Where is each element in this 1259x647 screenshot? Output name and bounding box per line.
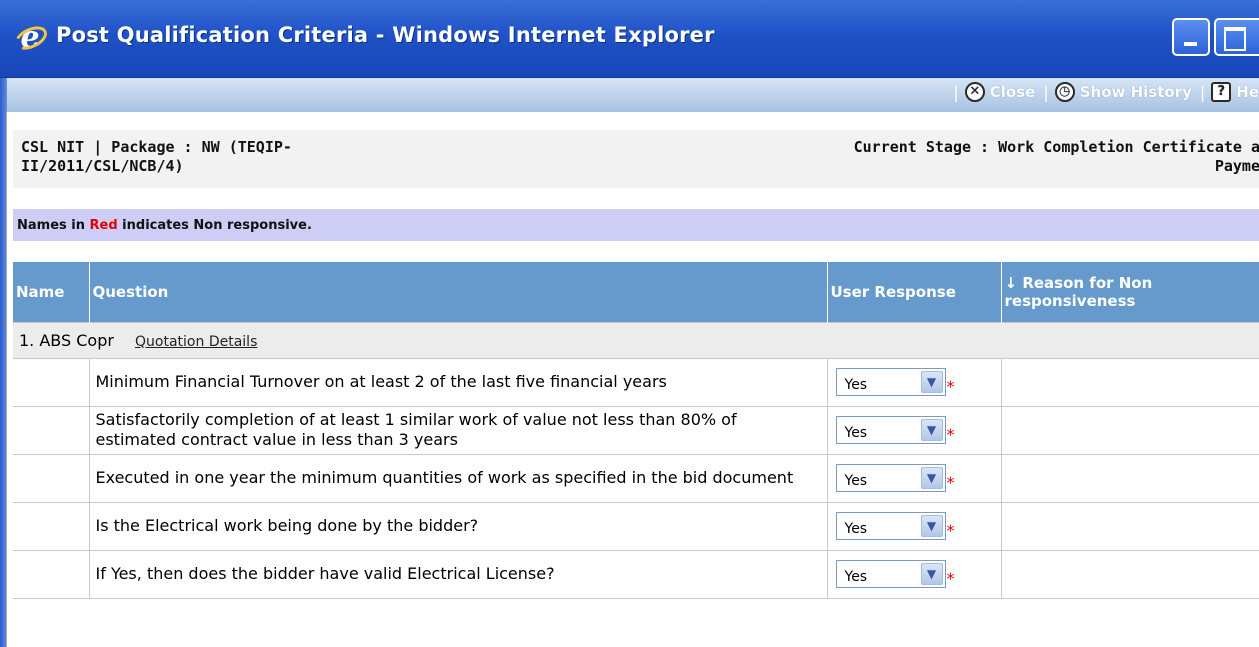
show-history-label: Show History xyxy=(1079,83,1192,101)
reason-cell xyxy=(1000,357,1259,407)
package-info: CSL NIT | Package : NW (TEQIP-II/2011/CS… xyxy=(21,138,292,175)
show-history-button[interactable]: ◷ Show History xyxy=(1054,82,1192,102)
reason-cell xyxy=(1000,501,1259,551)
table-row: Satisfactorily completion of at least 1 … xyxy=(13,405,1259,455)
toolbar: | ✕ Close | ◷ Show History | ? He xyxy=(6,78,1259,112)
response-select[interactable]: Yes ▼ xyxy=(835,464,946,492)
package-header: CSL NIT | Package : NW (TEQIP-II/2011/CS… xyxy=(13,130,1259,188)
quotation-details-link[interactable]: Quotation Details xyxy=(135,334,257,350)
chevron-down-icon[interactable]: ▼ xyxy=(920,467,943,489)
required-marker: * xyxy=(946,425,955,444)
response-select[interactable]: Yes ▼ xyxy=(835,560,946,588)
note-red-word: Red xyxy=(89,218,118,233)
clock-history-icon: ◷ xyxy=(1054,82,1075,102)
window-titlebar: e Post Qualification Criteria - Windows … xyxy=(0,0,1259,78)
required-marker: * xyxy=(946,473,955,492)
chevron-down-icon[interactable]: ▼ xyxy=(920,563,943,585)
help-button[interactable]: ? He xyxy=(1211,82,1259,102)
response-select[interactable]: Yes ▼ xyxy=(835,512,946,540)
page-content: CSL NIT | Package : NW (TEQIP-II/2011/CS… xyxy=(6,112,1259,647)
current-stage-line2: Payme xyxy=(1214,157,1259,175)
chevron-down-icon[interactable]: ▼ xyxy=(920,419,943,441)
window-title: Post Qualification Criteria - Windows In… xyxy=(56,23,715,47)
question-text: If Yes, then does the bidder have valid … xyxy=(88,549,828,599)
required-marker: * xyxy=(946,521,955,540)
col-question: Question xyxy=(89,262,828,322)
reason-cell xyxy=(1000,453,1259,503)
table-row: Is the Electrical work being done by the… xyxy=(13,501,1259,551)
question-text: Minimum Financial Turnover on at least 2… xyxy=(88,357,828,407)
required-marker: * xyxy=(946,569,955,588)
col-name: Name xyxy=(13,262,90,322)
help-label: He xyxy=(1236,83,1259,101)
current-stage-line1: Current Stage : Work Completion Certific… xyxy=(853,138,1259,156)
legend-note: Names in Red indicates Non responsive. xyxy=(13,209,1259,241)
col-reason-label: Reason for Non responsiveness xyxy=(1004,273,1153,310)
col-reason[interactable]: ↓ Reason for Non responsiveness xyxy=(1001,262,1259,322)
col-user-response: User Response xyxy=(827,262,1002,322)
sort-arrow-icon: ↓ xyxy=(1004,273,1018,292)
question-text: Satisfactorily completion of at least 1 … xyxy=(88,405,828,455)
reason-cell xyxy=(1000,405,1259,455)
required-marker: * xyxy=(946,377,955,396)
internet-explorer-icon: e xyxy=(11,22,51,55)
note-suffix: indicates Non responsive. xyxy=(117,218,312,233)
chevron-down-icon[interactable]: ▼ xyxy=(920,371,943,393)
note-prefix: Names in xyxy=(17,218,90,233)
criteria-table: Name Question User Response ↓ Reason for… xyxy=(13,262,1259,599)
close-label: Close xyxy=(989,83,1036,101)
reason-cell xyxy=(1000,549,1259,599)
current-stage: Current Stage : Work Completion Certific… xyxy=(720,138,1259,176)
bidder-group-row: 1. ABS Copr Quotation Details xyxy=(13,321,1259,359)
question-text: Executed in one year the minimum quantit… xyxy=(88,453,828,503)
bidder-name: 1. ABS Copr xyxy=(19,330,114,350)
table-row: Executed in one year the minimum quantit… xyxy=(13,453,1259,503)
table-row: Minimum Financial Turnover on at least 2… xyxy=(13,357,1259,407)
response-select[interactable]: Yes ▼ xyxy=(835,368,946,396)
chevron-down-icon[interactable]: ▼ xyxy=(920,515,943,537)
help-icon: ? xyxy=(1211,82,1232,102)
response-select[interactable]: Yes ▼ xyxy=(835,416,946,444)
close-circle-icon: ✕ xyxy=(964,82,985,102)
maximize-button[interactable] xyxy=(1214,18,1259,56)
table-header-row: Name Question User Response ↓ Reason for… xyxy=(13,262,1259,322)
question-text: Is the Electrical work being done by the… xyxy=(88,501,828,551)
minimize-button[interactable] xyxy=(1172,18,1210,56)
table-row: If Yes, then does the bidder have valid … xyxy=(13,549,1259,599)
close-button[interactable]: ✕ Close xyxy=(964,82,1036,102)
